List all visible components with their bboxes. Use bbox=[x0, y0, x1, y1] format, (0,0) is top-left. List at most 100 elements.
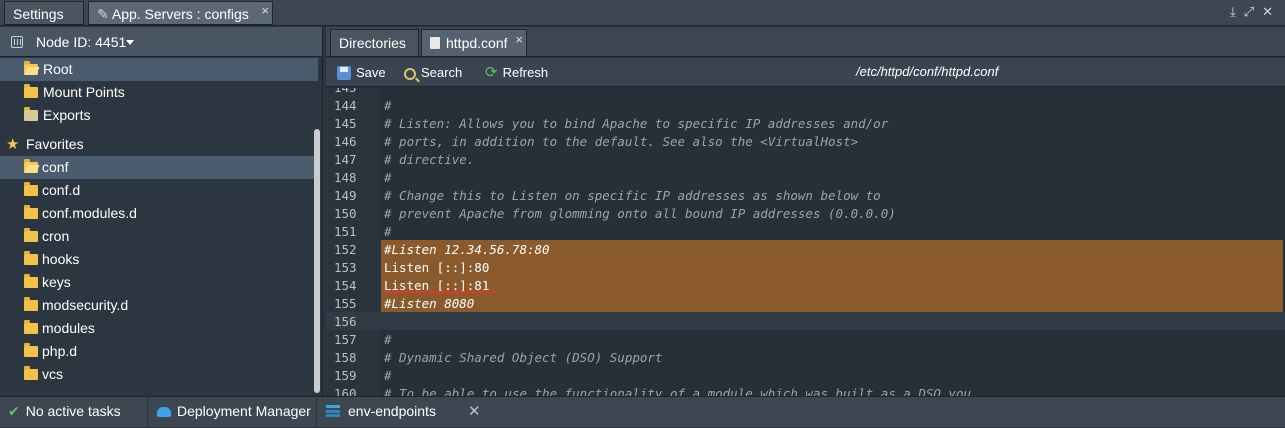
folder-icon bbox=[24, 274, 38, 288]
code-line: 150 # prevent Apache from glomming onto a… bbox=[326, 205, 1285, 223]
node-selector[interactable]: Node ID: 4451 bbox=[0, 27, 322, 57]
close-icon[interactable]: ✕ bbox=[468, 402, 481, 420]
line-number: 155 bbox=[334, 296, 357, 311]
tab-directories[interactable]: Directories bbox=[330, 29, 419, 57]
refresh-button[interactable]: ⟳ Refresh bbox=[485, 64, 548, 82]
tab-httpd-conf[interactable]: httpd.conf × bbox=[421, 29, 527, 57]
line-number: 145 bbox=[334, 116, 357, 131]
tab-settings[interactable]: Settings bbox=[4, 1, 84, 25]
tree-item-exports[interactable]: Exports bbox=[0, 104, 318, 127]
code-text: # To be able to use the functionality of… bbox=[384, 386, 971, 396]
tab-app-servers-configs[interactable]: ✎ App. Servers : configs × bbox=[88, 1, 273, 25]
line-number: 149 bbox=[334, 188, 357, 203]
line-number: 154 bbox=[334, 278, 357, 293]
close-tab-icon[interactable]: × bbox=[261, 0, 269, 23]
search-button[interactable]: Search bbox=[404, 64, 462, 82]
line-number: 160 bbox=[334, 386, 357, 396]
chevron-down-icon[interactable] bbox=[126, 40, 134, 45]
save-icon bbox=[337, 66, 351, 80]
code-text: # prevent Apache from glomming onto all … bbox=[384, 206, 896, 221]
code-text: # bbox=[384, 332, 392, 347]
environment-icon bbox=[326, 405, 340, 417]
folder-icon bbox=[24, 320, 38, 334]
refresh-icon: ⟳ bbox=[485, 64, 498, 81]
download-icon[interactable]: ⤓ bbox=[1230, 4, 1244, 19]
line-number: 158 bbox=[334, 350, 357, 365]
code-line: 151 # bbox=[326, 223, 1285, 241]
tree-item-label: vcs bbox=[42, 366, 63, 382]
tree-item-label: Root bbox=[43, 61, 73, 77]
search-icon bbox=[404, 68, 416, 80]
server-icon bbox=[11, 36, 23, 48]
tasks-label: No active tasks bbox=[25, 403, 121, 419]
tree-item-conf[interactable]: conf bbox=[0, 156, 318, 179]
code-line: 159 # bbox=[326, 367, 1285, 385]
code-line: 145 # Listen: Allows you to bind Apache t… bbox=[326, 115, 1285, 133]
refresh-label: Refresh bbox=[502, 65, 549, 80]
save-button[interactable]: Save bbox=[337, 64, 386, 82]
env-endpoints-tab[interactable]: env-endpoints bbox=[318, 397, 490, 428]
code-editor[interactable]: 145144#145# Listen: Allows you to bind A… bbox=[326, 88, 1285, 396]
line-number: 146 bbox=[334, 134, 357, 149]
star-icon: ★ bbox=[6, 136, 20, 153]
code-text: # bbox=[384, 170, 392, 185]
folder-icon bbox=[24, 297, 38, 311]
status-bar: ✔ No active tasks Deployment Manager env-… bbox=[0, 396, 1285, 428]
folder-icon bbox=[24, 205, 38, 219]
tree-item-label: Exports bbox=[43, 107, 91, 123]
expand-icon[interactable]: ⤢ bbox=[1244, 4, 1262, 19]
tree-item-conf-d[interactable]: conf.d bbox=[0, 179, 318, 202]
tree-item-hooks[interactable]: hooks bbox=[0, 248, 318, 271]
tree-item-modsecurity-d[interactable]: modsecurity.d bbox=[0, 294, 318, 317]
window-controls: ⤓⤢✕ bbox=[1230, 4, 1281, 20]
tree-item-label: hooks bbox=[42, 251, 80, 267]
tree-item-mount-points[interactable]: Mount Points bbox=[0, 81, 318, 104]
tree-item-conf-modules-d[interactable]: conf.modules.d bbox=[0, 202, 318, 225]
tree-item-modules[interactable]: modules bbox=[0, 317, 318, 340]
tab-httpd-conf-label: httpd.conf bbox=[446, 35, 508, 51]
code-line: 158 # Dynamic Shared Object (DSO) Support bbox=[326, 349, 1285, 367]
deployment-manager-tab[interactable]: Deployment Manager bbox=[149, 397, 317, 428]
active-tasks[interactable]: ✔ No active tasks bbox=[0, 397, 148, 428]
tab-directories-label: Directories bbox=[339, 35, 406, 51]
code-line: 148 # bbox=[326, 169, 1285, 187]
editor-panel: Directories httpd.conf × Save Search ⟳ Re… bbox=[326, 27, 1285, 396]
favorites-header[interactable]: ★ Favorites bbox=[0, 133, 318, 156]
line-number: 157 bbox=[334, 332, 357, 347]
line-number: 145 bbox=[334, 88, 357, 97]
line-number: 152 bbox=[334, 242, 357, 257]
tree-item-label: conf.modules.d bbox=[42, 205, 137, 221]
tab-app-servers-label: App. Servers : configs bbox=[111, 6, 249, 22]
line-number: 150 bbox=[334, 206, 357, 221]
line-number: 156 bbox=[334, 314, 357, 329]
save-label: Save bbox=[356, 65, 386, 80]
code-line: 152 #Listen 12.34.56.78:80 bbox=[326, 241, 1285, 259]
code-line: 146 # ports, in addition to the default. … bbox=[326, 133, 1285, 151]
tree-item-root[interactable]: Root bbox=[0, 58, 318, 81]
code-text: Listen [::]:80 bbox=[384, 260, 490, 275]
tree-item-php-d[interactable]: php.d bbox=[0, 340, 318, 363]
close-icon[interactable]: ✕ bbox=[1262, 4, 1281, 19]
open-folder-icon bbox=[24, 61, 38, 75]
code-text: # Listen: Allows you to bind Apache to s… bbox=[384, 116, 889, 131]
tree-scrollbar[interactable] bbox=[314, 129, 320, 393]
tree-item-label: conf.d bbox=[42, 182, 81, 198]
code-line: 149 # Change this to Listen on specific I… bbox=[326, 187, 1285, 205]
code-text: # Dynamic Shared Object (DSO) Support bbox=[384, 350, 663, 365]
code-line: 155 #Listen 8080 bbox=[326, 295, 1285, 313]
tree-item-label: modules bbox=[42, 320, 95, 336]
tree-item-keys[interactable]: keys bbox=[0, 271, 318, 294]
tree-item-cron[interactable]: cron bbox=[0, 225, 318, 248]
folder-icon bbox=[24, 182, 38, 196]
folder-icon bbox=[24, 251, 38, 265]
tree-item-vcs[interactable]: vcs bbox=[0, 363, 318, 386]
file-tree-panel: Node ID: 4451 Root Mount Points Exports … bbox=[0, 27, 323, 396]
tab-settings-label: Settings bbox=[13, 6, 64, 22]
line-number: 151 bbox=[334, 224, 357, 239]
exports-folder-icon bbox=[24, 107, 38, 121]
code-line: 160 # To be able to use the functionality… bbox=[326, 385, 1285, 396]
close-tab-icon[interactable]: × bbox=[515, 27, 523, 53]
code-line: 145 bbox=[326, 88, 1285, 97]
code-line: 147 # directive. bbox=[326, 151, 1285, 169]
tree-item-label: keys bbox=[42, 274, 71, 290]
